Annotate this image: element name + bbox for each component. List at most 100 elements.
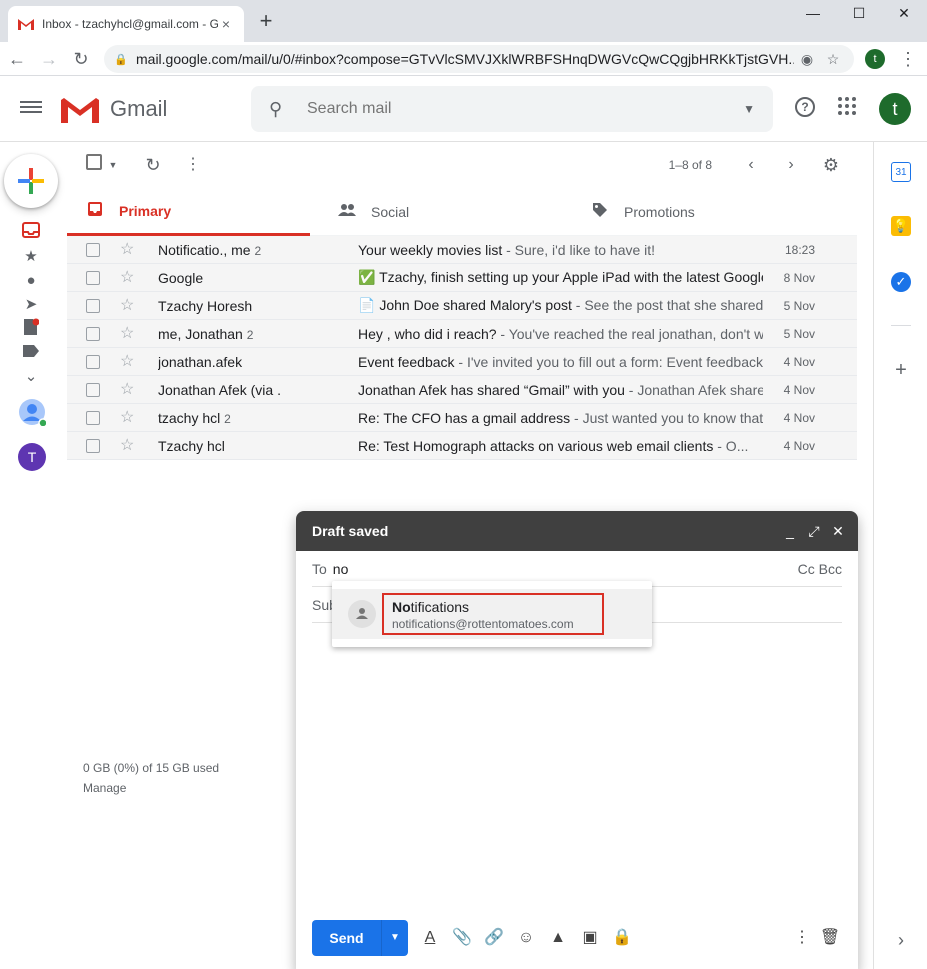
discard-draft-icon[interactable]: 🗑: [818, 926, 842, 950]
tab-promotions[interactable]: Promotions: [590, 188, 840, 236]
email-row[interactable]: ☆ me, Jonathan 2 Hey , who did i reach? …: [67, 320, 857, 348]
address-bar[interactable]: 🔒 mail.google.com/mail/u/0/#inbox?compos…: [104, 45, 854, 73]
email-row[interactable]: ☆ Notificatio., me 2 Your weekly movies …: [67, 236, 857, 264]
star-icon[interactable]: ☆: [120, 409, 138, 426]
tracking-eye-icon[interactable]: ◉: [794, 51, 820, 68]
star-icon[interactable]: ☆: [120, 381, 138, 398]
send-button[interactable]: Send: [312, 920, 382, 956]
to-input[interactable]: no: [333, 561, 349, 577]
calendar-icon[interactable]: 31: [891, 162, 911, 182]
window-close-button[interactable]: ✕: [881, 0, 927, 28]
row-checkbox[interactable]: [86, 270, 100, 285]
photo-icon[interactable]: ▣: [578, 926, 602, 950]
tab-promotions-label: Promotions: [624, 204, 695, 220]
schedule-send-icon[interactable]: ▼: [382, 920, 408, 956]
link-icon[interactable]: 🔗: [482, 926, 506, 950]
formatting-icon[interactable]: A: [418, 926, 442, 950]
manage-storage-link[interactable]: Manage: [83, 778, 219, 798]
drive-icon[interactable]: ▲: [546, 926, 570, 950]
autocomplete-dropdown: Notifications notifications@rottentomato…: [332, 581, 652, 647]
row-checkbox[interactable]: [86, 354, 100, 369]
new-tab-button[interactable]: +: [256, 10, 276, 34]
chevron-down-icon[interactable]: ⌄: [20, 366, 42, 388]
close-compose-icon[interactable]: ✕: [830, 523, 846, 540]
back-icon[interactable]: ←: [6, 48, 28, 70]
forward-icon[interactable]: →: [38, 48, 60, 70]
compose-header[interactable]: Draft saved: [296, 511, 858, 551]
reload-icon[interactable]: ↻: [70, 48, 92, 70]
fullscreen-compose-icon[interactable]: ⤢: [806, 523, 822, 540]
maximize-button[interactable]: ☐: [836, 0, 882, 28]
search-input[interactable]: [307, 100, 744, 118]
next-page-icon[interactable]: ›: [781, 152, 801, 178]
star-icon[interactable]: ☆: [120, 269, 138, 286]
search-bar[interactable]: ⚲ ▼: [251, 86, 773, 132]
email-subject: Re: The CFO has a gmail address - Just w…: [358, 409, 763, 426]
minimize-compose-icon[interactable]: _: [782, 523, 798, 539]
more-compose-options-icon[interactable]: ⋮: [790, 926, 814, 950]
browser-profile-avatar[interactable]: t: [865, 49, 885, 69]
email-row[interactable]: ☆ Jonathan Afek (via . Jonathan Afek has…: [67, 376, 857, 404]
email-row[interactable]: ☆ Tzachy Horesh 📄 John Doe shared Malory…: [67, 292, 857, 320]
row-checkbox[interactable]: [86, 326, 100, 341]
star-icon[interactable]: ☆: [120, 353, 138, 370]
cc-bcc-link[interactable]: Cc Bcc: [798, 561, 842, 577]
confidential-mode-icon[interactable]: 🔒: [610, 926, 634, 950]
help-icon[interactable]: ?: [792, 96, 818, 122]
browser-tab[interactable]: Inbox - tzachyhcl@gmail.com - G ×: [8, 6, 244, 42]
minimize-button[interactable]: —: [790, 0, 836, 28]
add-addon-icon[interactable]: +: [891, 360, 911, 380]
bookmark-star-icon[interactable]: ☆: [820, 51, 846, 68]
tab-close-icon[interactable]: ×: [218, 16, 234, 32]
hangouts-avatar[interactable]: [18, 398, 48, 428]
drafts-icon[interactable]: [20, 318, 42, 340]
email-row[interactable]: ☆ Tzachy hcl Re: Test Homograph attacks …: [67, 432, 857, 460]
tab-primary[interactable]: Primary: [67, 188, 310, 236]
email-sender: tzachy hcl 2: [158, 409, 231, 426]
select-dropdown-icon[interactable]: ▼: [107, 152, 119, 178]
gmail-header: Gmail ⚲ ▼ ? t: [0, 76, 927, 142]
email-row[interactable]: ☆ Google ✅ Tzachy, finish setting up you…: [67, 264, 857, 292]
attach-icon[interactable]: 📎: [450, 926, 474, 950]
select-all-checkbox[interactable]: [85, 152, 103, 178]
sent-icon[interactable]: ➤: [20, 294, 42, 316]
apps-grid-icon[interactable]: [834, 96, 860, 122]
suggestion-item[interactable]: Notifications notifications@rottentomato…: [332, 589, 652, 639]
more-options-icon[interactable]: ⋮: [183, 152, 203, 178]
gmail-logo[interactable]: [60, 96, 100, 123]
star-icon[interactable]: ☆: [120, 437, 138, 454]
keep-icon[interactable]: 💡: [891, 216, 911, 236]
row-checkbox[interactable]: [86, 298, 100, 313]
search-icon[interactable]: ⚲: [269, 99, 291, 120]
email-row[interactable]: ☆ jonathan.afek Event feedback - I've in…: [67, 348, 857, 376]
list-toolbar: ▼ ↻ ⋮ 1–8 of 8 ‹ › ⚙: [67, 142, 857, 188]
tasks-icon[interactable]: ✓: [891, 272, 911, 292]
refresh-icon[interactable]: ↻: [143, 152, 163, 178]
email-subject: Re: Test Homograph attacks on various we…: [358, 437, 749, 454]
snoozed-icon[interactable]: ●: [20, 270, 42, 292]
row-checkbox[interactable]: [86, 438, 100, 453]
settings-gear-icon[interactable]: ⚙: [820, 152, 842, 178]
star-icon[interactable]: ☆: [120, 297, 138, 314]
main-menu-icon[interactable]: [20, 98, 42, 116]
account-avatar[interactable]: t: [879, 93, 911, 125]
email-row[interactable]: ☆ tzachy hcl 2 Re: The CFO has a gmail a…: [67, 404, 857, 432]
row-checkbox[interactable]: [86, 242, 100, 257]
expand-panel-icon[interactable]: ›: [891, 930, 911, 950]
prev-page-icon[interactable]: ‹: [741, 152, 761, 178]
emoji-icon[interactable]: ☺: [514, 926, 538, 950]
browser-menu-icon[interactable]: ⋮: [897, 48, 919, 70]
inbox-icon[interactable]: [20, 221, 42, 243]
email-list: ☆ Notificatio., me 2 Your weekly movies …: [67, 236, 857, 460]
row-checkbox[interactable]: [86, 410, 100, 425]
starred-icon[interactable]: ★: [20, 246, 42, 268]
suggestion-highlight[interactable]: Notifications notifications@rottentomato…: [382, 593, 604, 635]
row-checkbox[interactable]: [86, 382, 100, 397]
contact-avatar-t[interactable]: T: [18, 443, 46, 471]
tab-social[interactable]: Social: [337, 188, 577, 236]
label-icon[interactable]: [20, 342, 42, 364]
star-icon[interactable]: ☆: [120, 325, 138, 342]
compose-button[interactable]: [4, 154, 58, 208]
search-options-icon[interactable]: ▼: [743, 102, 755, 116]
star-icon[interactable]: ☆: [120, 241, 138, 258]
